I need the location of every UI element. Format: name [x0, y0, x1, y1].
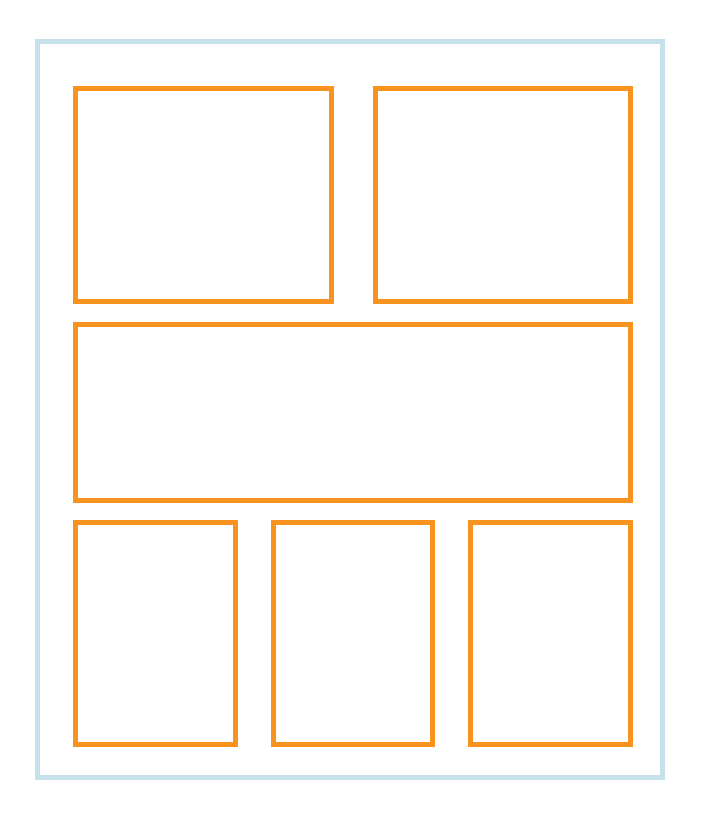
panel-row3-middle	[271, 520, 435, 747]
panel-row2-wide	[73, 322, 633, 503]
panel-row3-left	[73, 520, 238, 747]
panel-row1-left	[73, 86, 334, 304]
panel-row1-right	[373, 86, 633, 304]
page-frame	[35, 39, 665, 780]
panel-row3-right	[468, 520, 633, 747]
